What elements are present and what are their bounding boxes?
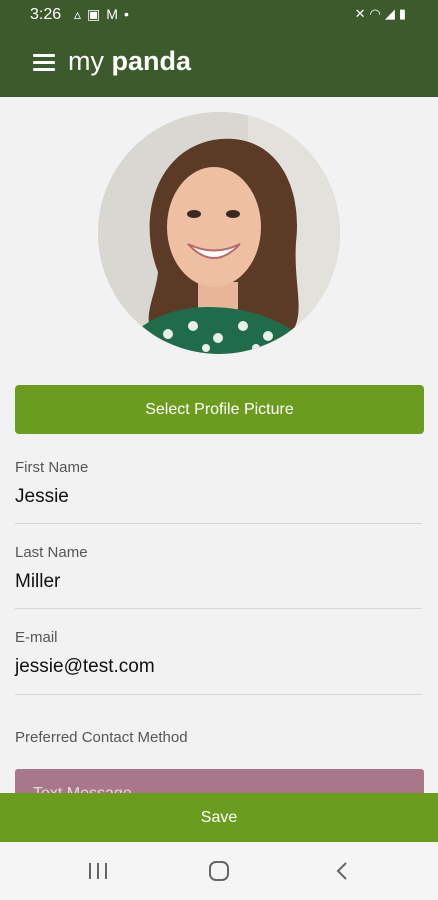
save-button[interactable]: Save <box>0 793 438 842</box>
brand-name: panda <box>111 46 192 76</box>
wifi-icon: ◠ <box>369 6 385 21</box>
status-bar: 3:26 ▵▣M• ✕◠◢▮ <box>0 0 438 30</box>
app-bar: my panda <box>0 30 438 97</box>
app-logo: my panda <box>68 46 191 77</box>
select-profile-picture-label: Select Profile Picture <box>145 400 294 418</box>
status-left-icons: ▵▣M• <box>74 6 135 23</box>
preferred-contact-label: Preferred Contact Method <box>15 729 188 746</box>
email-value[interactable]: jessie@test.com <box>15 656 422 678</box>
first-name-label: First Name <box>15 459 89 476</box>
first-name-value[interactable]: Jessie <box>15 486 422 508</box>
back-icon[interactable] <box>328 859 358 883</box>
save-label: Save <box>200 808 238 826</box>
drive-icon: ▵ <box>74 6 88 22</box>
home-icon[interactable] <box>204 859 234 883</box>
brand-prefix: my <box>68 46 112 76</box>
email-divider <box>15 694 422 695</box>
dot-icon: • <box>123 6 135 22</box>
last-name-value[interactable]: Miller <box>15 571 422 593</box>
mute-icon: ✕ <box>354 6 370 21</box>
last-name-field[interactable]: Last Name Miller <box>15 544 422 593</box>
last-name-divider <box>15 608 422 609</box>
profile-avatar <box>98 112 340 354</box>
recents-icon[interactable] <box>83 859 113 883</box>
email-label: E-mail <box>15 629 58 646</box>
menu-icon[interactable] <box>33 54 55 72</box>
image-icon: ▣ <box>87 6 107 22</box>
first-name-divider <box>15 523 422 524</box>
gmail-icon: M <box>106 6 124 22</box>
status-time: 3:26 <box>30 6 62 23</box>
avatar-photo <box>98 112 340 354</box>
last-name-label: Last Name <box>15 544 88 561</box>
battery-icon: ▮ <box>398 6 410 21</box>
signal-icon: ◢ <box>384 6 399 21</box>
email-field[interactable]: E-mail jessie@test.com <box>15 629 422 678</box>
status-right-icons: ✕◠◢▮ <box>355 6 410 22</box>
system-nav-bar <box>0 842 438 900</box>
select-profile-picture-button[interactable]: Select Profile Picture <box>15 385 424 434</box>
first-name-field[interactable]: First Name Jessie <box>15 459 422 508</box>
